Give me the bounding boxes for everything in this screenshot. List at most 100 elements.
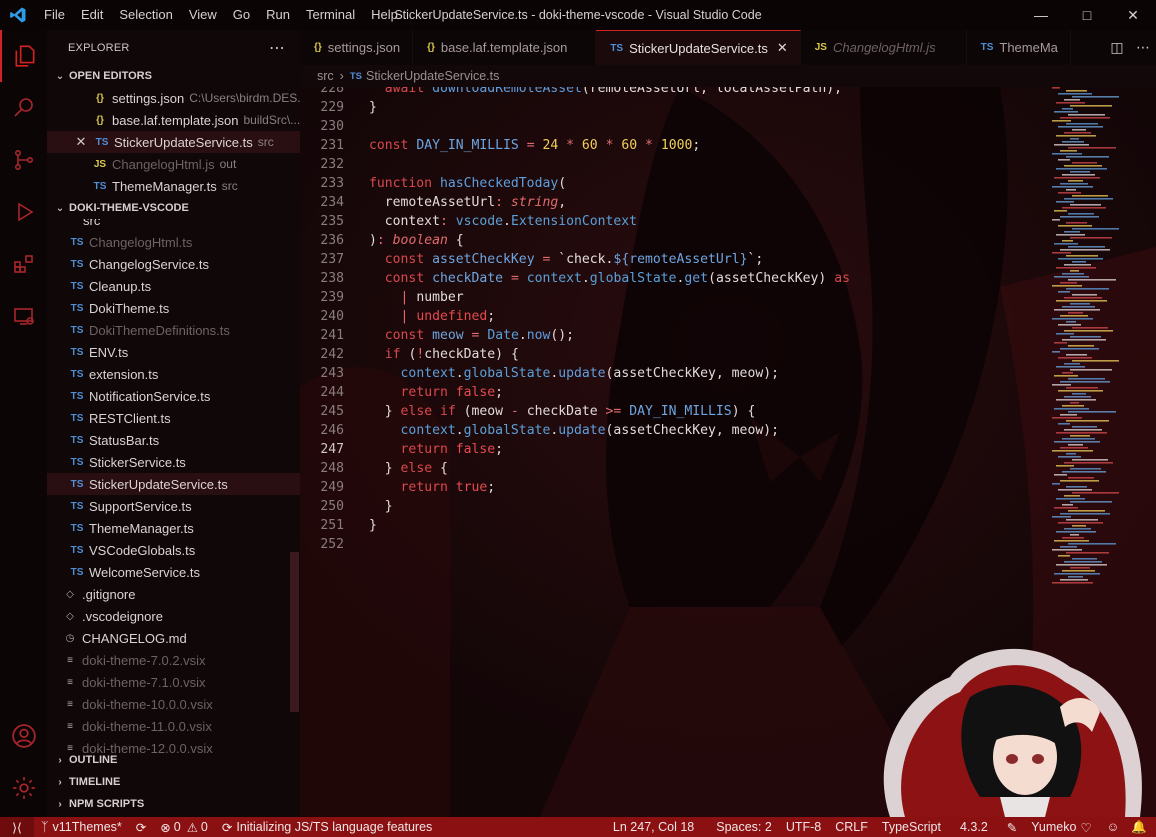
open-editor-item[interactable]: {} settings.json C:\Users\birdm.DES...: [47, 87, 300, 109]
line-ending[interactable]: CRLF: [828, 817, 875, 837]
code-line[interactable]: if (!checkDate) {: [369, 347, 519, 362]
open-editor-item[interactable]: JS ChangelogHtml.js out: [47, 153, 300, 175]
theme-brush-icon[interactable]: ✎: [995, 817, 1024, 837]
sync-icon[interactable]: ⟳: [129, 817, 153, 837]
notifications-bell-icon[interactable]: 🔔: [1127, 817, 1156, 837]
code-line[interactable]: }: [369, 100, 377, 115]
code-line[interactable]: }: [369, 499, 393, 514]
file-tree-item[interactable]: TS RESTClient.ts: [47, 407, 300, 429]
tab-sticker-update-service[interactable]: TS StickerUpdateService.ts ✕: [596, 30, 801, 65]
explorer-icon[interactable]: [0, 30, 47, 82]
file-tree-item[interactable]: TS WelcomeService.ts: [47, 561, 300, 583]
breadcrumb-folder[interactable]: src: [317, 69, 334, 83]
tab-base-laf-template[interactable]: {} base.laf.template.json: [413, 30, 597, 65]
maximize-icon[interactable]: □: [1064, 0, 1110, 30]
file-tree-item[interactable]: TS ENV.ts: [47, 341, 300, 363]
more-actions-icon[interactable]: ⋯: [1130, 39, 1156, 56]
file-tree-item[interactable]: TS ThemeManager.ts: [47, 517, 300, 539]
more-actions-icon[interactable]: ⋯: [269, 38, 286, 58]
file-tree-item[interactable]: TS extension.ts: [47, 363, 300, 385]
code-line[interactable]: }: [369, 518, 377, 533]
open-editor-item-active[interactable]: ✕ TS StickerUpdateService.ts src: [47, 131, 300, 153]
code-line[interactable]: return false;: [369, 442, 504, 457]
source-control-icon[interactable]: [0, 134, 47, 186]
problems-indicator[interactable]: ⊗ 0 ⚠ 0: [153, 817, 215, 837]
breadcrumb-file[interactable]: StickerUpdateService.ts: [366, 69, 499, 83]
code-line[interactable]: } else {: [369, 461, 448, 476]
menu-run[interactable]: Run: [258, 0, 298, 30]
menu-help[interactable]: Help: [363, 0, 406, 30]
open-editors-section[interactable]: ⌄ OPEN EDITORS: [47, 65, 300, 87]
code-line[interactable]: ): boolean {: [369, 233, 464, 248]
remote-indicator-icon[interactable]: ⟩⟨: [0, 817, 34, 837]
split-editor-icon[interactable]: ◫: [1104, 39, 1130, 56]
timeline-section[interactable]: › TIMELINE: [47, 771, 300, 793]
file-tree-item[interactable]: TS DokiThemeDefinitions.ts: [47, 319, 300, 341]
close-tab-icon[interactable]: ✕: [777, 40, 788, 56]
code-line[interactable]: const DAY_IN_MILLIS = 24 * 60 * 60 * 100…: [369, 138, 700, 153]
file-tree-item[interactable]: ◇ .vscodeignore: [47, 605, 300, 627]
file-tree-item[interactable]: TS ChangelogHtml.ts: [47, 231, 300, 253]
ts-version[interactable]: 4.3.2: [948, 817, 995, 837]
code-line[interactable]: await downloadRemoteAsset(remoteAssetUrl…: [369, 87, 842, 96]
tab-theme-manager[interactable]: TS ThemeMa: [967, 30, 1071, 65]
npm-scripts-section[interactable]: › NPM SCRIPTS: [47, 793, 300, 815]
file-tree-item[interactable]: ◇ .gitignore: [47, 583, 300, 605]
file-tree-item[interactable]: TS NotificationService.ts: [47, 385, 300, 407]
settings-gear-icon[interactable]: [0, 762, 47, 814]
file-tree-item[interactable]: TS StatusBar.ts: [47, 429, 300, 451]
code-line[interactable]: } else if (meow - checkDate >= DAY_IN_MI…: [369, 404, 756, 419]
file-tree-item[interactable]: ≡ doki-theme-7.1.0.vsix: [47, 671, 300, 693]
code-line[interactable]: const meow = Date.now();: [369, 328, 574, 343]
file-tree-item[interactable]: ≡ doki-theme-10.0.0.vsix: [47, 693, 300, 715]
code-line[interactable]: | number: [369, 290, 464, 305]
code-line[interactable]: context.globalState.update(assetCheckKey…: [369, 423, 779, 438]
file-tree-item[interactable]: ≡ doki-theme-11.0.0.vsix: [47, 715, 300, 737]
tab-settings-json[interactable]: {} settings.json: [300, 30, 414, 65]
tab-changelog-html-js[interactable]: JS ChangelogHtml.js: [801, 30, 967, 65]
code-editor[interactable]: 228 await downloadRemoteAsset(remoteAsse…: [300, 87, 1156, 817]
file-tree-item[interactable]: TS VSCodeGlobals.ts: [47, 539, 300, 561]
code-line[interactable]: const checkDate = context.globalState.ge…: [369, 271, 850, 286]
menu-terminal[interactable]: Terminal: [298, 0, 363, 30]
file-tree-item[interactable]: TS Cleanup.ts: [47, 275, 300, 297]
code-line[interactable]: const assetCheckKey = `check.${remoteAss…: [369, 252, 763, 267]
open-editor-item[interactable]: TS ThemeManager.ts src: [47, 175, 300, 197]
menu-view[interactable]: View: [181, 0, 225, 30]
encoding[interactable]: UTF-8: [779, 817, 828, 837]
file-tree-item[interactable]: TS ChangelogService.ts: [47, 253, 300, 275]
run-debug-icon[interactable]: [0, 186, 47, 238]
remote-explorer-icon[interactable]: [0, 290, 47, 342]
code-line[interactable]: context.globalState.update(assetCheckKey…: [369, 366, 779, 381]
file-tree-item[interactable]: TS StickerService.ts: [47, 451, 300, 473]
language-progress[interactable]: ⟳ Initializing JS/TS language features: [215, 817, 439, 837]
menu-selection[interactable]: Selection: [111, 0, 180, 30]
branch-indicator[interactable]: ᛉ v11Themes*: [34, 817, 129, 837]
account-icon[interactable]: [0, 710, 47, 762]
minimap[interactable]: [1052, 87, 1147, 587]
project-section[interactable]: ⌄ DOKI-THEME-VSCODE: [47, 197, 300, 219]
file-tree-item[interactable]: ≡ doki-theme-7.0.2.vsix: [47, 649, 300, 671]
search-icon[interactable]: [0, 82, 47, 134]
feedback-icon[interactable]: ☺: [1099, 817, 1128, 837]
code-line[interactable]: | undefined;: [369, 309, 496, 324]
explorer-scrollbar[interactable]: [290, 552, 299, 712]
cursor-position[interactable]: Ln 247, Col 18: [606, 817, 709, 837]
file-tree-item[interactable]: TS StickerUpdateService.ts: [47, 473, 300, 495]
extensions-icon[interactable]: [0, 238, 47, 290]
menu-edit[interactable]: Edit: [73, 0, 111, 30]
outline-section[interactable]: › OUTLINE: [47, 749, 300, 771]
theme-indicator[interactable]: Yumeko ♡: [1024, 817, 1098, 837]
menu-file[interactable]: File: [36, 0, 73, 30]
code-line[interactable]: context: vscode.ExtensionContext: [369, 214, 637, 229]
file-tree-item[interactable]: ◷ CHANGELOG.md: [47, 627, 300, 649]
indentation[interactable]: Spaces: 2: [709, 817, 779, 837]
code-line[interactable]: return true;: [369, 480, 496, 495]
code-line[interactable]: function hasCheckedToday(: [369, 176, 566, 191]
language-mode[interactable]: TypeScript: [875, 817, 948, 837]
open-editor-item[interactable]: {} base.laf.template.json buildSrc\...: [47, 109, 300, 131]
file-tree-item[interactable]: TS DokiTheme.ts: [47, 297, 300, 319]
folder-src[interactable]: src: [47, 219, 100, 231]
close-editor-icon[interactable]: ✕: [72, 134, 90, 150]
vscode-logo-icon[interactable]: [0, 0, 36, 30]
